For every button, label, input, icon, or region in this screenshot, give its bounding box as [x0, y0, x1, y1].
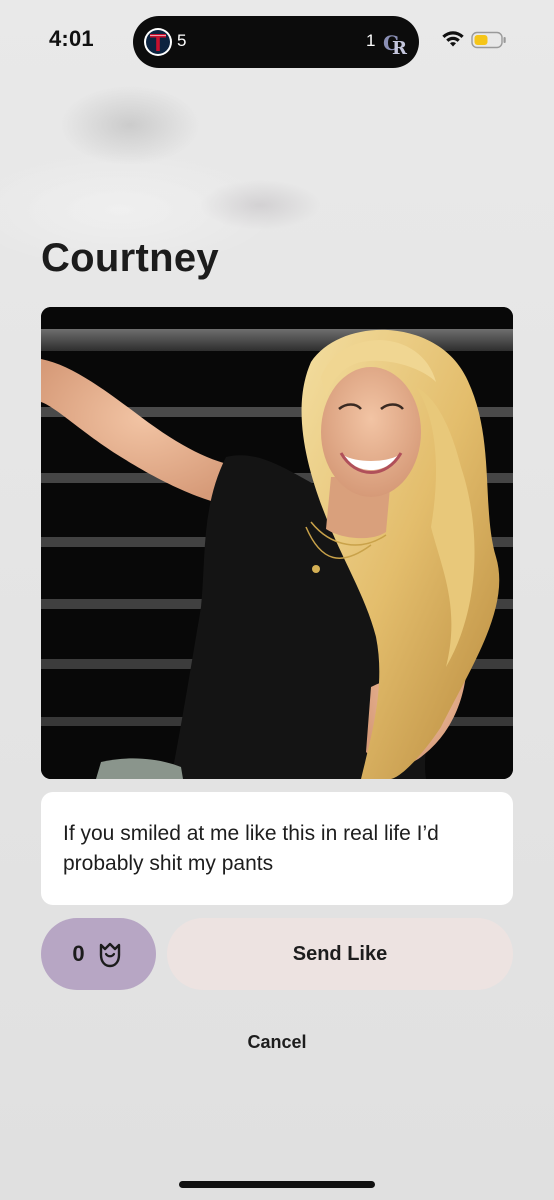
send-like-label: Send Like [292, 942, 388, 965]
comment-text: If you smiled at me like this in real li… [63, 822, 439, 875]
away-score: 1 [366, 31, 376, 50]
twins-logo-icon [144, 28, 172, 56]
dynamic-island-live-activity[interactable]: 5 1 C R [133, 16, 419, 68]
home-score: 5 [177, 31, 187, 50]
send-rose-button[interactable]: 0 [41, 918, 156, 990]
home-indicator[interactable] [179, 1181, 375, 1188]
svg-text:R: R [392, 38, 408, 57]
rockies-logo-icon: C R [383, 31, 408, 57]
profile-photo [41, 307, 513, 779]
rose-count: 0 [72, 941, 85, 966]
rose-icon [99, 942, 120, 968]
comment-card[interactable]: If you smiled at me like this in real li… [41, 792, 513, 905]
wifi-icon [442, 31, 464, 47]
status-time: 4:01 [49, 26, 94, 51]
like-modal-screen: 4:01 5 1 C R Courtney If you smiled at m… [0, 0, 554, 1200]
battery-icon [471, 31, 506, 49]
profile-name: Courtney [41, 236, 219, 280]
send-like-button[interactable]: Send Like [167, 918, 513, 990]
cancel-button[interactable]: Cancel [0, 1032, 554, 1053]
